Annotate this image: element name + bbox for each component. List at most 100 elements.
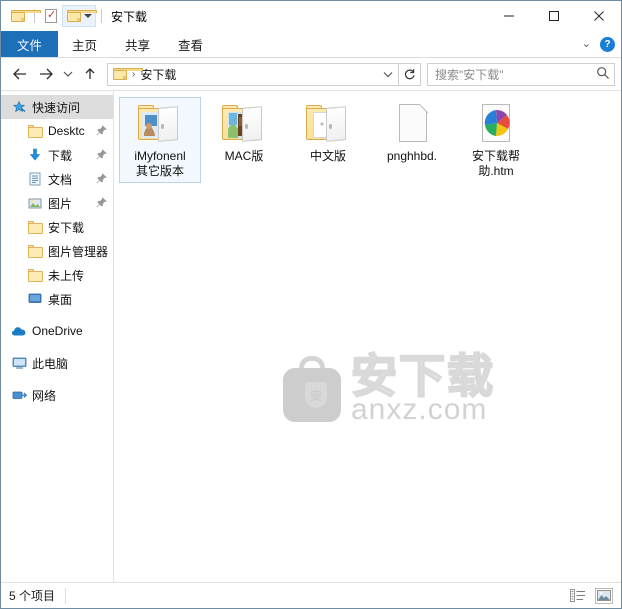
file-item-pnghhbd[interactable]: pnghhbd.	[371, 97, 453, 183]
chevron-down-icon[interactable]: ⌄	[582, 39, 591, 50]
recent-locations-button[interactable]	[59, 61, 77, 87]
pin-icon[interactable]	[96, 173, 107, 187]
file-item-help-htm[interactable]: 安下载帮 助.htm	[455, 97, 537, 183]
breadcrumb[interactable]: › 安下载	[107, 62, 399, 86]
pictures-icon	[27, 195, 43, 211]
watermark-text: 安下载 anxz.com	[350, 352, 495, 426]
folder-icon	[27, 219, 43, 235]
item-count: 5 个项目	[9, 589, 56, 603]
blank-document-icon	[388, 102, 436, 146]
file-name: MAC版	[224, 149, 264, 163]
sidebar-item-label: 网络	[32, 388, 57, 403]
new-folder-dropdown[interactable]	[62, 5, 97, 27]
file-name-line1: iMyfonenl	[134, 149, 186, 163]
up-button[interactable]	[77, 61, 103, 87]
sidebar-item-onedrive[interactable]: OneDrive	[1, 319, 113, 343]
sidebar-item-quick-access[interactable]: 快速访问	[1, 95, 113, 119]
tab-share[interactable]: 共享	[111, 31, 164, 57]
folder-with-images-icon	[220, 102, 268, 146]
network-icon	[11, 387, 27, 403]
back-button[interactable]	[7, 61, 33, 87]
onedrive-cloud-icon	[11, 323, 27, 339]
this-pc-icon	[11, 355, 27, 371]
tab-file[interactable]: 文件	[1, 31, 59, 57]
search-icon[interactable]	[596, 66, 610, 83]
sidebar-gap-1	[1, 311, 113, 319]
folder-icon	[27, 123, 43, 139]
minimize-button[interactable]	[486, 1, 531, 31]
title-bar: 安下载	[1, 1, 621, 31]
breadcrumb-folder-icon	[113, 68, 143, 80]
folder-with-preview-icon	[136, 102, 184, 146]
sidebar-gap-3	[1, 375, 113, 383]
help-icon[interactable]: ?	[600, 37, 615, 52]
search-input[interactable]: 搜索"安下载"	[427, 62, 615, 86]
watermark-badge: 安	[305, 382, 327, 408]
folder-with-doc-icon	[304, 102, 352, 146]
window-title: 安下载	[111, 9, 148, 24]
forward-button[interactable]	[33, 61, 59, 87]
address-bar: › 安下载 搜索"安下载"	[1, 58, 621, 91]
sidebar-item-label: 未上传	[48, 268, 85, 283]
sidebar-item-label: 桌面	[48, 292, 73, 307]
file-item-imyfone[interactable]: iMyfonenl 其它版本	[119, 97, 201, 183]
sidebar-gap-2	[1, 343, 113, 351]
file-name-line2: 助.htm	[478, 164, 514, 178]
file-item-mac[interactable]: MAC版	[203, 97, 285, 183]
sidebar-item-this-pc[interactable]: 此电脑	[1, 351, 113, 375]
maximize-button[interactable]	[531, 1, 576, 31]
refresh-button[interactable]	[399, 62, 421, 86]
toolbar-divider-2	[101, 9, 102, 23]
breadcrumb-current[interactable]: 安下载	[140, 66, 176, 83]
sidebar-item-label: 下载	[48, 148, 73, 163]
sidebar-item-label: 安下载	[48, 220, 85, 235]
sidebar-item-downloads[interactable]: 下载	[1, 143, 113, 167]
download-icon	[27, 147, 43, 163]
pin-icon[interactable]	[96, 149, 107, 163]
pin-icon[interactable]	[96, 197, 107, 211]
documents-icon	[27, 171, 43, 187]
sidebar-item-not-uploaded[interactable]: 未上传	[1, 263, 113, 287]
sidebar-item-desktop[interactable]: 桌面	[1, 287, 113, 311]
sidebar-item-pictures[interactable]: 图片	[1, 191, 113, 215]
tab-view[interactable]: 查看	[164, 31, 217, 57]
window-controls	[486, 1, 621, 31]
sidebar-item-label: OneDrive	[32, 324, 83, 338]
quick-access-toolbar	[7, 5, 107, 27]
search-placeholder: 搜索"安下载"	[435, 67, 504, 82]
folder-icon	[27, 267, 43, 283]
view-mode-buttons	[569, 587, 613, 604]
folder-icon[interactable]	[7, 5, 41, 27]
sidebar-item-anxiazai[interactable]: 安下载	[1, 215, 113, 239]
file-name-line2: 其它版本	[135, 164, 184, 178]
sidebar-item-documents[interactable]: 文档	[1, 167, 113, 191]
sidebar-item-network[interactable]: 网络	[1, 383, 113, 407]
close-button[interactable]	[576, 1, 621, 31]
tab-home[interactable]: 主页	[58, 31, 111, 57]
sidebar-item-label: Desktc	[48, 124, 85, 138]
sidebar-item-label: 快速访问	[32, 100, 81, 115]
file-item-chinese[interactable]: 中文版	[287, 97, 369, 183]
sidebar-item-picture-manager[interactable]: 图片管理器	[1, 239, 113, 263]
file-list-view[interactable]: iMyfonenl 其它版本 MAC版 中文版 pnghhbd. 安下载帮 助.…	[114, 91, 621, 582]
file-name: iMyfonenl 其它版本	[122, 149, 198, 179]
chevron-down-icon	[83, 14, 92, 18]
ribbon-right-controls: ⌄ ?	[582, 31, 615, 58]
details-view-icon[interactable]	[569, 588, 587, 604]
file-name: 中文版	[309, 149, 346, 163]
window-body: 快速访问 Desktc 下载 文档 图片 安下载 图片管理器 未上传 桌面 On…	[1, 91, 621, 582]
status-divider	[65, 587, 67, 604]
breadcrumb-dropdown-icon[interactable]	[378, 71, 398, 78]
desktop-icon	[27, 291, 43, 307]
sidebar-item-desktop-pinned[interactable]: Desktc	[1, 119, 113, 143]
star-pin-icon	[11, 99, 27, 115]
sidebar-item-label: 此电脑	[32, 356, 69, 371]
sidebar-item-label: 图片管理器	[48, 244, 109, 259]
watermark-en-text: anxz.com	[351, 393, 488, 426]
watermark-logo-icon: 安	[279, 356, 343, 422]
html-document-icon	[472, 102, 520, 146]
pin-icon[interactable]	[96, 125, 107, 139]
file-name-line1: 安下载帮	[471, 149, 520, 163]
properties-icon[interactable]	[40, 5, 62, 27]
large-icons-view-icon[interactable]	[595, 587, 613, 604]
